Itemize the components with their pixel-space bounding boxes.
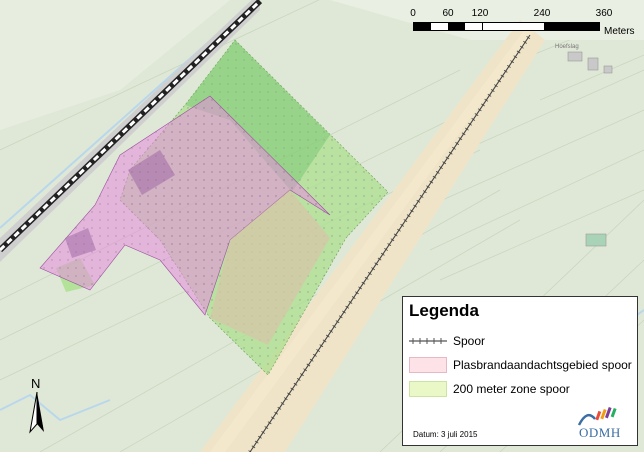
scale-tick-240: 240 — [533, 8, 551, 19]
zone-200m-swatch — [409, 381, 447, 397]
scale-tick-60: 60 — [442, 8, 454, 19]
railway-symbol-icon — [409, 338, 447, 344]
legend-date: Datum: 3 juli 2015 — [413, 430, 478, 439]
north-arrow: N — [22, 376, 52, 436]
legend-item-200m: 200 meter zone spoor — [409, 381, 635, 399]
map-frame: Hoefslag 0 60 120 240 360 Meters N Legen… — [0, 0, 644, 452]
legend-panel: Legenda Spoor Plasbrandaandachtsgebied s… — [402, 296, 638, 446]
scale-segments — [413, 22, 600, 31]
scale-tick-360: 360 — [595, 8, 613, 19]
legend-label-200m: 200 meter zone spoor — [453, 382, 570, 396]
odmh-logo: ODMH — [573, 405, 633, 441]
scale-tick-0: 0 — [410, 8, 416, 19]
scale-units: Meters — [604, 26, 635, 37]
logo-swoosh-icon — [577, 406, 617, 426]
legend-label-plasbrand: Plasbrandaandachtsgebied spoor — [453, 358, 632, 372]
scale-tick-120: 120 — [471, 8, 489, 19]
place-label: Hoefslag — [555, 44, 579, 50]
logo-text: ODMH — [579, 425, 621, 440]
scale-bar: 0 60 120 240 360 Meters — [408, 8, 640, 37]
legend-title: Legenda — [409, 301, 479, 320]
legend-label-spoor: Spoor — [453, 334, 486, 348]
legend-item-spoor: Spoor — [409, 333, 635, 351]
legend-item-plasbrand: Plasbrandaandachtsgebied spoor — [409, 357, 635, 375]
north-arrow-icon — [29, 392, 44, 434]
plasbrand-swatch — [409, 357, 447, 373]
north-label: N — [31, 376, 41, 391]
